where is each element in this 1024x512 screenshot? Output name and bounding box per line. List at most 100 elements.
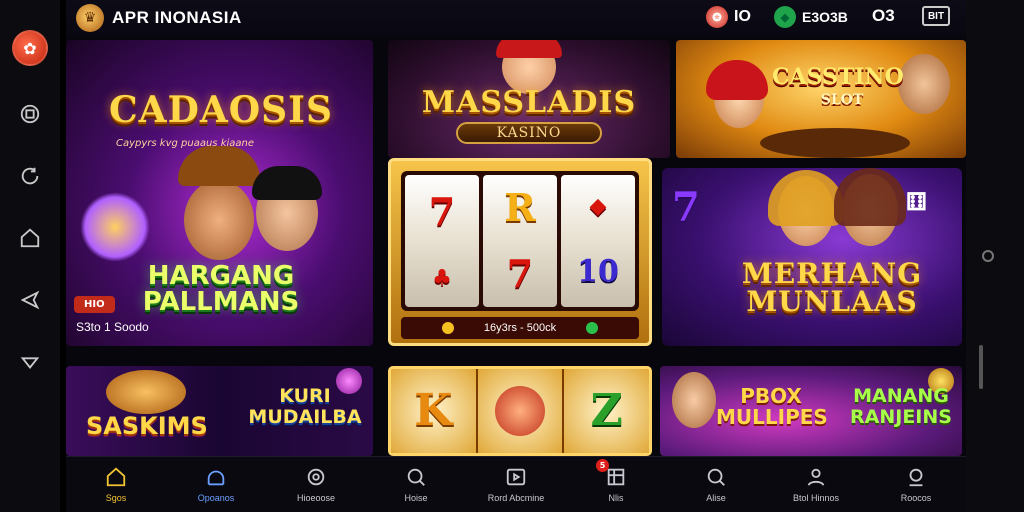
hair-shape [252, 166, 322, 200]
user-avatar[interactable]: ✿ [12, 30, 48, 66]
reel-cell: Z [564, 369, 649, 453]
coins-stat[interactable]: ✪ IO [706, 6, 751, 28]
card-title: MERHANG MUNLAAS [741, 257, 923, 318]
notifications-stat[interactable]: O3 [872, 6, 895, 26]
gem-icon: ◆ [774, 6, 796, 28]
card-title: CASSTINO [772, 64, 904, 90]
card-title: MASSLADIS [421, 85, 637, 120]
nav-label: Sgos [105, 493, 127, 503]
reel-1: 7 ♣ [405, 175, 479, 307]
reel-symbol: 7 [428, 189, 456, 234]
nav-label: Hoise [404, 493, 428, 503]
card-subtitle: Caypyrs kvg puaaus kiaane [116, 138, 255, 149]
reel-symbol: K [414, 385, 453, 436]
nav-label: Hioeoose [296, 493, 336, 503]
hair-shape [768, 170, 844, 226]
hair-shape [706, 60, 768, 100]
menu-button[interactable]: BIT [922, 6, 950, 26]
game-card-merhang[interactable]: 7 ⚅ MERHANG MUNLAAS [662, 168, 962, 346]
character-man [898, 54, 950, 114]
nav-item-home[interactable]: Sgos [66, 457, 166, 512]
top-bar: ♛ APR INONASIA ✪ IO ◆ E3O3B O3 BIT [66, 0, 966, 36]
reel-symbol: 10 [577, 254, 619, 289]
card-title: SASKIMS [86, 412, 208, 440]
device-frame: ✿ ♛ APR INONASIA ✪ IO ◆ E3O3B O3 BIT CADAO… [0, 0, 1024, 512]
nav-label: Roocos [900, 493, 932, 503]
game-card-cadaosis[interactable]: CADAOSIS Caypyrs kvg puaaus kiaane HARGA… [66, 40, 373, 346]
gem-icon: ◆ [589, 193, 607, 219]
dice-icon: ⚅ [906, 187, 927, 216]
table-shape [760, 128, 910, 158]
hat-shape [178, 146, 260, 186]
game-card-saskims[interactable]: SASKIMS KURI MUDAILBA [66, 366, 373, 456]
home-system-icon[interactable] [16, 224, 44, 252]
nav-item-profile[interactable]: Roocos [866, 457, 966, 512]
reel-symbol: R [504, 185, 536, 230]
gems-stat[interactable]: ◆ E3O3B [774, 6, 848, 28]
menu-icon: BIT [922, 6, 950, 26]
app-logo[interactable]: ♛ [76, 4, 104, 32]
reel-cell: K [391, 369, 478, 453]
card-title-2: MANANG RANJEINS [850, 385, 952, 428]
card-price: S3to 1 Soodo [76, 320, 149, 334]
refresh-icon[interactable] [16, 162, 44, 190]
seven-icon: 7 [672, 184, 700, 231]
coin-icon: ✪ [706, 6, 728, 28]
reel-3: ◆ 10 [561, 175, 635, 307]
nav-item-search[interactable]: Hoise [366, 457, 466, 512]
game-card-slot-row[interactable]: K Z [388, 366, 652, 456]
nav-label: Rord Abcmine [487, 493, 545, 503]
stop-icon[interactable] [16, 100, 44, 128]
reel-symbol: 7 [506, 251, 534, 296]
promo-icon [207, 470, 225, 486]
casino-app: ♛ APR INONASIA ✪ IO ◆ E3O3B O3 BIT CADAOSI… [66, 0, 966, 512]
search-icon [407, 468, 425, 486]
scroll-handle[interactable] [979, 345, 983, 389]
video-icon [506, 468, 526, 486]
slot-footer-text: 16y3rs - 500ck [483, 322, 557, 334]
nav-item-user[interactable]: Btol Hinnos [766, 457, 866, 512]
slot-footer: 16y3rs - 500ck [401, 317, 639, 339]
nav-item-search-2[interactable]: Alise [666, 457, 766, 512]
card-name: HARGANG PALLMANS [142, 261, 300, 317]
back-icon[interactable] [16, 286, 44, 314]
reel-2: R 7 [483, 175, 557, 307]
search2-icon [707, 468, 725, 486]
leaf-icon: ♣ [432, 265, 452, 291]
system-left-rail: ✿ [0, 0, 60, 512]
slot-machine-card[interactable]: 7 ♣ R 7 ◆ 10 16y3rs - 500ck [388, 158, 652, 346]
nav-label: Nlis [608, 493, 624, 503]
nav-item-chips[interactable]: Hioeoose [266, 457, 366, 512]
notification-badge: 5 [596, 459, 609, 472]
bottom-nav: Sgos Opoanos Hioeoose Hoise Rord Abcmine… [66, 456, 966, 512]
grid-icon [607, 468, 625, 486]
nav-item-promos[interactable]: Opoanos [166, 457, 266, 512]
clown-face-icon [495, 386, 545, 436]
system-right-rail [966, 0, 1024, 512]
game-card-masslades[interactable]: MASSLADIS KASINO [388, 40, 670, 158]
app-title: APR INONASIA [112, 8, 242, 27]
character-boy [672, 372, 716, 428]
card-title: CADAOSIS [109, 89, 333, 131]
coin-icon [441, 322, 454, 334]
home-dot-icon[interactable] [982, 250, 994, 262]
lion-icon [106, 370, 186, 414]
game-card-pbox[interactable]: PBOX MULLIPES MANANG RANJEINS [660, 366, 962, 456]
down-icon[interactable] [16, 348, 44, 376]
crown-shape [496, 40, 562, 58]
home-icon [106, 467, 126, 487]
nav-item-grid[interactable]: 5 Nlis [566, 457, 666, 512]
nav-item-video[interactable]: Rord Abcmine [466, 457, 566, 512]
hair-shape [834, 168, 906, 226]
card-title-2: KURI MUDAILBA [248, 385, 362, 428]
chip-icon [307, 468, 325, 486]
nav-label: Alise [706, 493, 726, 503]
card-badge: HIO [74, 296, 115, 313]
nav-label: Opoanos [197, 493, 235, 503]
gem-icon [586, 322, 599, 334]
card-title: PBOX MULLIPES [716, 384, 828, 429]
game-card-casino-slot[interactable]: CASSTINO SLOT [676, 40, 966, 158]
card-plate: KASINO [456, 122, 602, 144]
reel-symbol: Z [590, 385, 623, 436]
reel-cell [477, 369, 565, 453]
